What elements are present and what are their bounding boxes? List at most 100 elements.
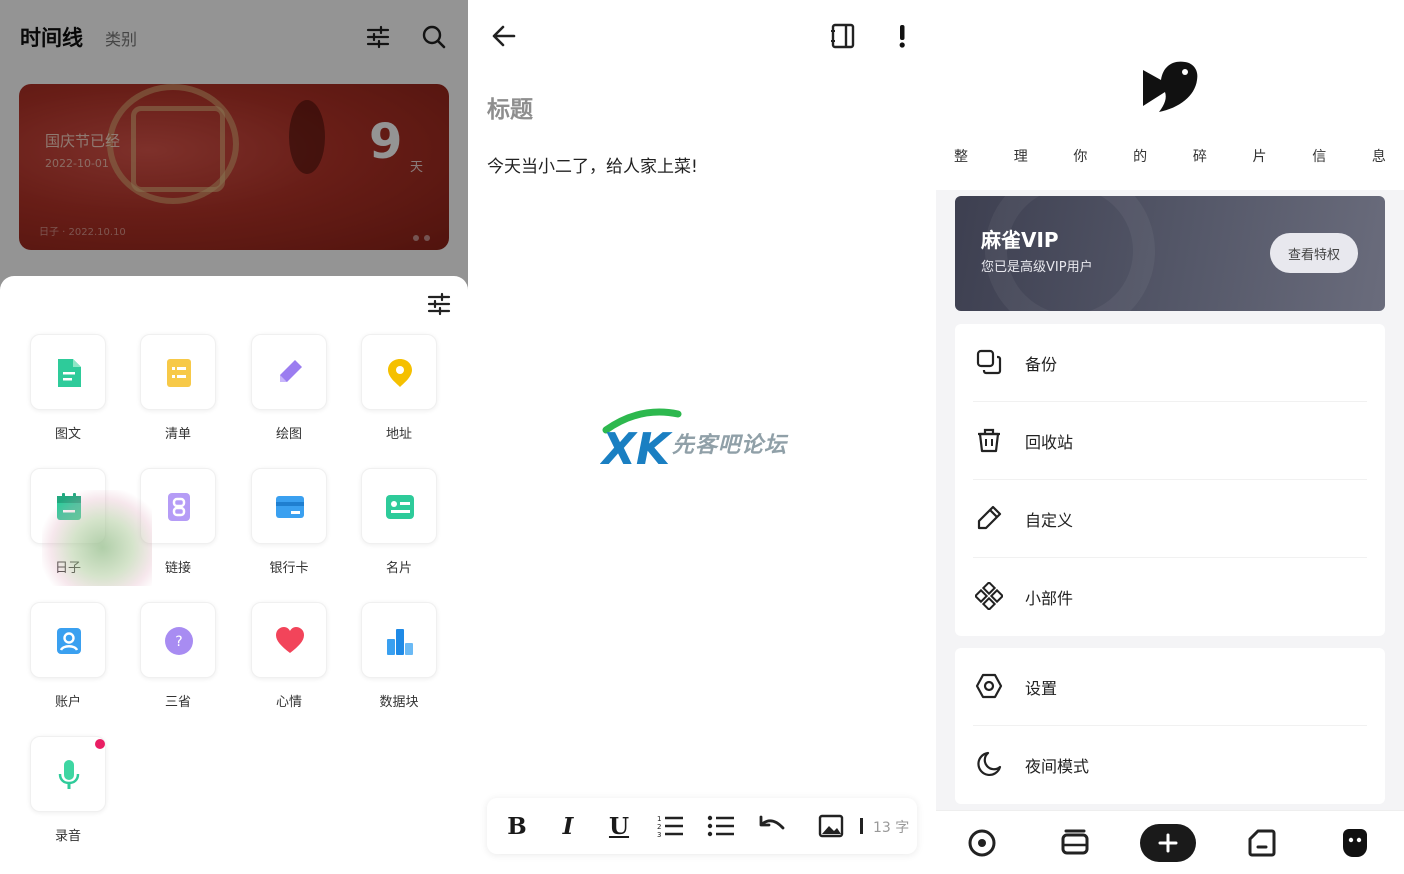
plus-icon <box>1158 833 1178 853</box>
nav-timeline-icon[interactable] <box>964 825 1000 861</box>
menu-item-trash[interactable]: 回收站 <box>955 402 1385 480</box>
italic-button[interactable]: I <box>554 812 582 840</box>
menu-label: 备份 <box>1025 355 1058 374</box>
backup-icon <box>976 349 1002 375</box>
tile-box <box>361 602 437 678</box>
pencil-icon <box>280 360 302 382</box>
link-icon <box>168 493 190 521</box>
menu-label: 回收站 <box>1025 433 1074 452</box>
menu-item-settings[interactable]: 设置 <box>955 648 1385 726</box>
microphone-icon <box>58 760 80 789</box>
nav-profile-icon[interactable] <box>1337 825 1373 861</box>
tile-note[interactable]: 图文 <box>0 334 110 464</box>
edit-icon <box>977 505 1002 530</box>
slogan-char: 碎 <box>1192 149 1207 165</box>
note-title-input[interactable]: 标题 <box>487 90 533 124</box>
svg-text:1: 1 <box>657 815 661 823</box>
forum-watermark-text: 先客吧论坛 <box>672 433 788 458</box>
bottom-navigation <box>936 810 1404 874</box>
vip-decoration <box>985 196 1155 311</box>
question-icon: ? <box>165 627 193 655</box>
undo-icon[interactable] <box>758 812 786 840</box>
slogan-char: 理 <box>1013 149 1028 165</box>
note-body-input[interactable]: 今天当小二了，给人家上菜! <box>487 152 698 177</box>
view-privileges-button[interactable]: 查看特权 <box>1270 233 1358 273</box>
checklist-icon <box>167 359 191 387</box>
tile-box <box>361 468 437 544</box>
moon-icon <box>977 751 1002 776</box>
tile-address[interactable]: 地址 <box>331 334 441 464</box>
tile-business-card[interactable]: 名片 <box>331 468 441 598</box>
slogan: 整 理 你 的 碎 片 信 息 <box>954 146 1386 166</box>
note-icon <box>58 359 81 387</box>
menu-item-widgets[interactable]: 小部件 <box>955 558 1385 636</box>
vip-card[interactable]: 麻雀VIP 您已是高级VIP用户 查看特权 <box>955 196 1385 311</box>
tile-box <box>361 334 437 410</box>
tile-label: 数据块 <box>379 695 419 710</box>
menu-item-backup[interactable]: 备份 <box>955 324 1385 402</box>
bar-chart-icon <box>387 629 413 655</box>
slogan-char: 你 <box>1073 149 1088 165</box>
slogan-char: 息 <box>1371 149 1386 165</box>
tile-reflection[interactable]: ? 三省 <box>110 602 220 732</box>
tile-bank-card[interactable]: 银行卡 <box>221 468 331 598</box>
menu-item-night-mode[interactable]: 夜间模式 <box>955 726 1385 804</box>
menu-item-customize[interactable]: 自定义 <box>955 480 1385 558</box>
tile-recording[interactable]: 录音 <box>0 736 110 866</box>
tile-label: 录音 <box>54 829 81 844</box>
tile-label: 图文 <box>54 427 81 442</box>
tile-data-block[interactable]: 数据块 <box>331 602 441 732</box>
location-icon <box>388 359 412 387</box>
vip-subtitle: 您已是高级VIP用户 <box>981 260 1093 275</box>
left-panel: 时间线 类别 国庆节已经 2022-10-01 9 天 日子 · 2022.10… <box>0 0 468 874</box>
format-toolbar: B I U 123 13 字 <box>487 798 917 854</box>
image-icon[interactable] <box>817 812 845 840</box>
profile-panel: 整 理 你 的 碎 片 信 息 麻雀VIP 您已是高级VIP用户 查看特权 备份… <box>936 0 1404 874</box>
trash-icon <box>978 428 1000 453</box>
slogan-char: 的 <box>1133 149 1148 165</box>
menu-group-main: 备份 回收站 自定义 小部件 <box>955 324 1385 636</box>
tile-mood[interactable]: 心情 <box>221 602 331 732</box>
tile-box <box>30 736 106 812</box>
add-button[interactable] <box>1140 824 1196 862</box>
menu-label: 小部件 <box>1025 589 1074 608</box>
important-icon[interactable] <box>888 22 916 50</box>
modal-overlay[interactable] <box>0 0 468 300</box>
back-arrow-icon[interactable] <box>490 22 518 50</box>
tile-drawing[interactable]: 绘图 <box>221 334 331 464</box>
underline-button[interactable]: U <box>605 812 633 840</box>
svg-text:2: 2 <box>657 823 661 831</box>
slogan-char: 信 <box>1312 149 1327 165</box>
notebook-icon[interactable] <box>829 22 857 50</box>
numbered-list-icon[interactable]: 123 <box>656 812 684 840</box>
menu-group-settings: 设置 夜间模式 <box>955 648 1385 804</box>
bullet-list-icon[interactable] <box>707 812 735 840</box>
widget-icon <box>975 582 1003 610</box>
tile-label: 账户 <box>54 695 81 710</box>
tile-account[interactable]: 账户 <box>0 602 110 732</box>
watermark-splash <box>42 490 152 586</box>
settings-icon <box>975 673 1003 699</box>
card-icon <box>276 496 304 518</box>
svg-text:?: ? <box>175 634 182 650</box>
sparrow-logo-icon <box>1143 61 1198 112</box>
svg-text:3: 3 <box>657 831 661 839</box>
tile-label: 三省 <box>164 695 191 710</box>
tile-label: 清单 <box>164 427 191 442</box>
bold-button[interactable]: B <box>503 812 531 840</box>
nav-categories-icon[interactable] <box>1057 825 1093 861</box>
account-icon <box>57 628 81 654</box>
tile-box <box>251 602 327 678</box>
nav-folder-icon[interactable] <box>1244 825 1280 861</box>
slogan-char: 片 <box>1252 149 1267 165</box>
heart-icon <box>276 627 304 653</box>
word-count: 13 字 <box>873 820 910 836</box>
tile-label: 心情 <box>275 695 302 710</box>
tile-box <box>30 334 106 410</box>
vip-title: 麻雀VIP <box>981 228 1059 252</box>
editor-panel: 标题 今天当小二了，给人家上菜! XK 先客吧论坛 B I U 123 13 字 <box>468 0 936 874</box>
sheet-filter-icon[interactable] <box>426 291 452 317</box>
tile-checklist[interactable]: 清单 <box>110 334 220 464</box>
forum-logo-text: XK <box>600 424 673 470</box>
tile-label: 绘图 <box>275 427 302 442</box>
